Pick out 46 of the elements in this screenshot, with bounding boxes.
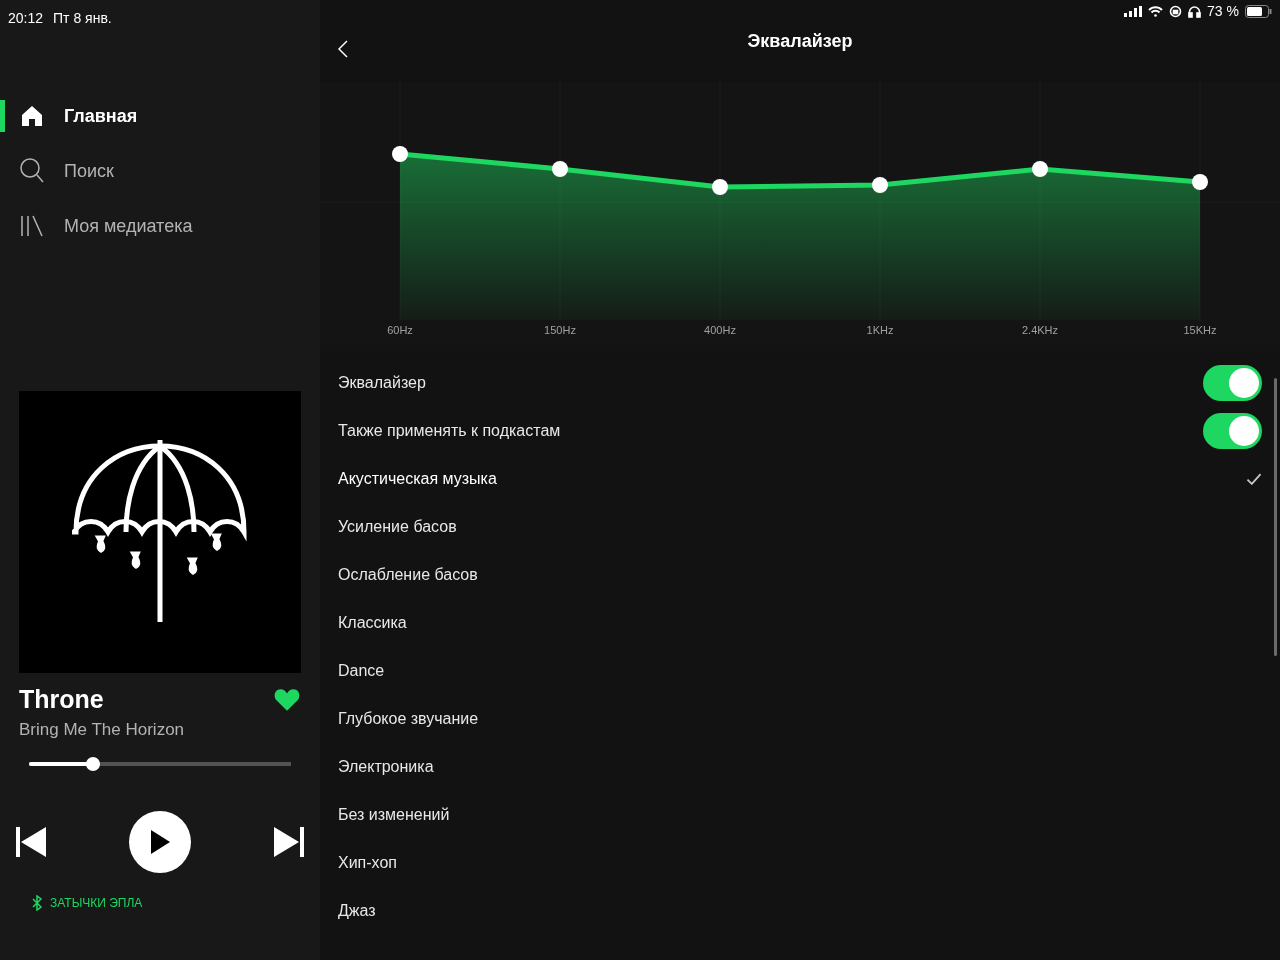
frequency-label: 15KHz bbox=[1183, 324, 1217, 336]
status-date: Пт 8 янв. bbox=[53, 10, 112, 26]
previous-button[interactable] bbox=[16, 827, 46, 857]
preset-item[interactable]: Классика bbox=[338, 599, 1262, 647]
setting-label: Также применять к подкастам bbox=[338, 422, 561, 440]
toggle-switch[interactable] bbox=[1203, 365, 1262, 401]
frequency-label: 150Hz bbox=[544, 324, 576, 336]
artist-name: Bring Me The Horizon bbox=[19, 720, 186, 740]
preset-item[interactable]: Усиление басов bbox=[338, 503, 1262, 551]
toggle-switch[interactable] bbox=[1203, 413, 1262, 449]
signal-icon bbox=[1124, 5, 1143, 17]
library-icon bbox=[20, 214, 44, 238]
preset-item[interactable]: Джаз bbox=[338, 887, 1262, 935]
setting-label: Эквалайзер bbox=[338, 374, 426, 392]
frequency-label: 2.4KHz bbox=[1021, 324, 1059, 336]
battery-icon bbox=[1245, 4, 1272, 18]
preset-item[interactable]: Ослабление басов bbox=[338, 551, 1262, 599]
preset-item[interactable]: Электроника bbox=[338, 743, 1262, 791]
page-title: Эквалайзер bbox=[747, 30, 853, 52]
play-icon bbox=[150, 830, 170, 854]
frequency-label: 1KHz bbox=[866, 324, 894, 336]
rotation-lock-icon bbox=[1169, 4, 1183, 18]
status-time: 20:12 bbox=[8, 10, 44, 26]
preset-item[interactable]: Dance bbox=[338, 647, 1262, 695]
frequency-label: 60Hz bbox=[387, 324, 413, 336]
next-button[interactable] bbox=[274, 827, 304, 857]
headphones-icon bbox=[1188, 4, 1202, 18]
checkmark-icon bbox=[1246, 473, 1262, 485]
preset-item[interactable]: Без изменений bbox=[338, 791, 1262, 839]
nav-item[interactable]: Главная bbox=[0, 98, 320, 134]
frequency-label: 400Hz bbox=[704, 324, 736, 336]
search-icon bbox=[20, 158, 44, 184]
nav-item[interactable]: Моя медиатека bbox=[0, 208, 320, 244]
preset-item[interactable]: Глубокое звучание bbox=[338, 695, 1262, 743]
bluetooth-icon bbox=[32, 895, 42, 911]
home-icon bbox=[20, 104, 44, 128]
heart-button[interactable] bbox=[274, 687, 300, 712]
wifi-icon bbox=[1148, 5, 1164, 17]
preset-item[interactable]: Хип-хоп bbox=[338, 839, 1262, 887]
progress-thumb[interactable] bbox=[86, 757, 101, 771]
back-button[interactable] bbox=[338, 40, 348, 58]
nav-item[interactable]: Поиск bbox=[0, 153, 320, 189]
device-name[interactable]: ЗАТЫЧКИ ЭПЛА bbox=[50, 896, 143, 910]
preset-item[interactable]: Акустическая музыка bbox=[338, 455, 1262, 503]
track-title: Throne bbox=[19, 685, 104, 714]
battery-percent: 73 % bbox=[1207, 3, 1239, 19]
